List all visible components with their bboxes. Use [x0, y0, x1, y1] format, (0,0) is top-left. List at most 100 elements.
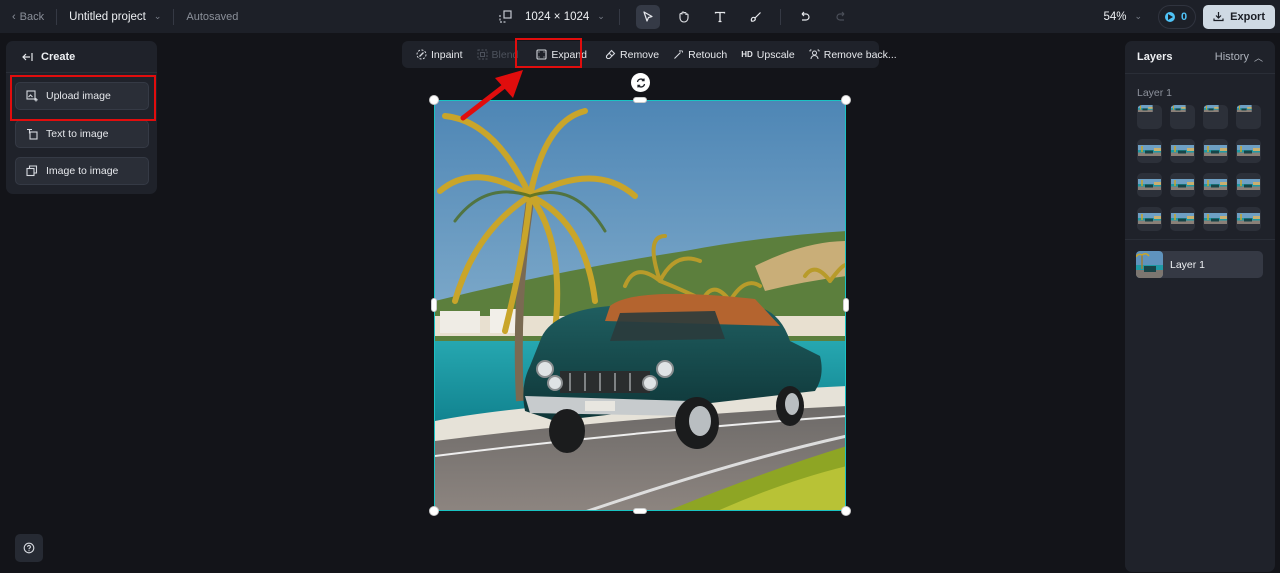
create-panel: Create Upload image Text to image Image … [6, 41, 157, 194]
credits-badge[interactable]: 0 [1158, 4, 1197, 29]
thumbnail-image [1171, 213, 1194, 224]
inpaint-icon [416, 49, 427, 60]
magic-wand-icon [674, 50, 684, 59]
thumbnail-image [1171, 145, 1194, 156]
resize-handle-top-right[interactable] [841, 95, 851, 105]
divider [56, 8, 58, 25]
image-to-image-icon [26, 165, 38, 177]
upscale-button[interactable]: HD Upscale [734, 44, 802, 66]
annotation-arrow [460, 70, 523, 121]
save-status: Autosaved [186, 10, 239, 23]
thumbnail-image [1138, 179, 1161, 190]
thumbnail-image [1204, 213, 1227, 224]
chevron-left-icon: ‹ [12, 10, 16, 23]
top-bar: ‹ Back Untitled project ⌄ Autosaved 1024… [0, 0, 1280, 33]
divider [1125, 239, 1275, 240]
history-thumbnail[interactable] [1170, 173, 1195, 197]
expand-button[interactable]: Expand [529, 44, 594, 66]
text-to-image-button[interactable]: Text to image [15, 120, 149, 148]
thumbnail-image [1237, 145, 1260, 156]
history-thumbnails [1137, 105, 1261, 231]
hand-tool[interactable] [672, 5, 696, 29]
thumbnail-image [1138, 145, 1161, 156]
resize-handle-right[interactable] [843, 298, 849, 312]
remove-button[interactable]: Remove [598, 44, 666, 66]
layer-group-label: Layer 1 [1137, 87, 1173, 99]
history-thumbnail[interactable] [1137, 105, 1162, 129]
resize-handle-bottom-right[interactable] [841, 506, 851, 516]
blend-icon [477, 49, 488, 60]
thumbnail-image [1204, 105, 1219, 112]
brush-tool[interactable] [744, 5, 768, 29]
rotate-handle[interactable] [631, 73, 650, 92]
help-button[interactable] [15, 534, 43, 562]
resize-handle-bottom[interactable] [633, 508, 647, 514]
chevron-up-icon: ︿ [1253, 52, 1263, 63]
history-thumbnail[interactable] [1236, 173, 1261, 197]
eraser-icon [605, 49, 616, 60]
undo-button[interactable] [793, 5, 817, 29]
thumbnail-image [1237, 213, 1260, 224]
text-to-image-icon [27, 128, 38, 140]
back-button[interactable]: ‹ Back [12, 11, 44, 23]
canvas-size-dropdown[interactable]: 1024 × 1024 ⌄ [525, 11, 605, 23]
image-to-image-button[interactable]: Image to image [15, 157, 149, 185]
layer-thumbnail [1136, 251, 1163, 278]
thumbnail-image [1204, 145, 1227, 156]
history-thumbnail[interactable] [1236, 105, 1261, 129]
history-toggle[interactable]: History ︿ [1215, 51, 1263, 64]
thumbnail-image [1138, 105, 1153, 112]
resize-handle-top[interactable] [633, 97, 647, 103]
create-panel-header[interactable]: Create [6, 41, 157, 73]
history-thumbnail[interactable] [1236, 207, 1261, 231]
thumbnail-image [1204, 179, 1227, 190]
divider [173, 8, 175, 25]
resize-handle-left[interactable] [431, 298, 437, 312]
brush-icon [750, 11, 761, 22]
divider [779, 8, 781, 25]
zoom-dropdown[interactable]: 54% ⌄ [1103, 11, 1142, 23]
select-tool[interactable] [635, 4, 660, 29]
redo-button[interactable] [829, 5, 853, 29]
history-thumbnail[interactable] [1137, 139, 1162, 163]
hand-icon [679, 11, 689, 23]
hd-icon: HD [741, 50, 753, 59]
resize-handle-top-left[interactable] [429, 95, 439, 105]
help-icon [23, 542, 35, 554]
history-thumbnail[interactable] [1203, 173, 1228, 197]
history-thumbnail[interactable] [1137, 173, 1162, 197]
history-thumbnail[interactable] [1137, 207, 1162, 231]
history-thumbnail[interactable] [1203, 105, 1228, 129]
export-button[interactable]: Export [1203, 4, 1275, 29]
resize-handle-bottom-left[interactable] [429, 506, 439, 516]
remove-background-icon [809, 49, 820, 60]
project-name-dropdown[interactable]: Untitled project ⌄ [69, 11, 161, 23]
text-tool[interactable] [708, 5, 732, 29]
chevron-down-icon: ⌄ [153, 11, 162, 21]
divider [618, 8, 620, 25]
text-icon [714, 11, 725, 22]
canvas-image[interactable] [434, 100, 846, 511]
car-scene-image [435, 101, 845, 510]
chevron-down-icon: ⌄ [597, 11, 605, 21]
layer-item[interactable]: Layer 1 [1136, 251, 1263, 278]
thumbnail-image [1171, 105, 1186, 112]
download-icon [1213, 12, 1224, 22]
credit-icon [1165, 11, 1176, 22]
layers-panel: Layers History ︿ Layer 1 Layer 1 [1125, 41, 1275, 572]
undo-icon [801, 11, 810, 21]
history-thumbnail[interactable] [1236, 139, 1261, 163]
resize-canvas-icon[interactable] [497, 9, 513, 25]
upload-image-button[interactable]: Upload image [15, 82, 149, 110]
history-thumbnail[interactable] [1203, 207, 1228, 231]
cursor-icon [643, 10, 653, 22]
history-thumbnail[interactable] [1170, 139, 1195, 163]
history-thumbnail[interactable] [1203, 139, 1228, 163]
layers-title: Layers [1137, 51, 1173, 63]
thumbnail-image [1171, 179, 1194, 190]
redo-icon [836, 11, 845, 21]
history-thumbnail[interactable] [1170, 207, 1195, 231]
retouch-button[interactable]: Retouch [666, 44, 734, 66]
history-thumbnail[interactable] [1170, 105, 1195, 129]
remove-background-button[interactable]: Remove back... [802, 44, 904, 66]
